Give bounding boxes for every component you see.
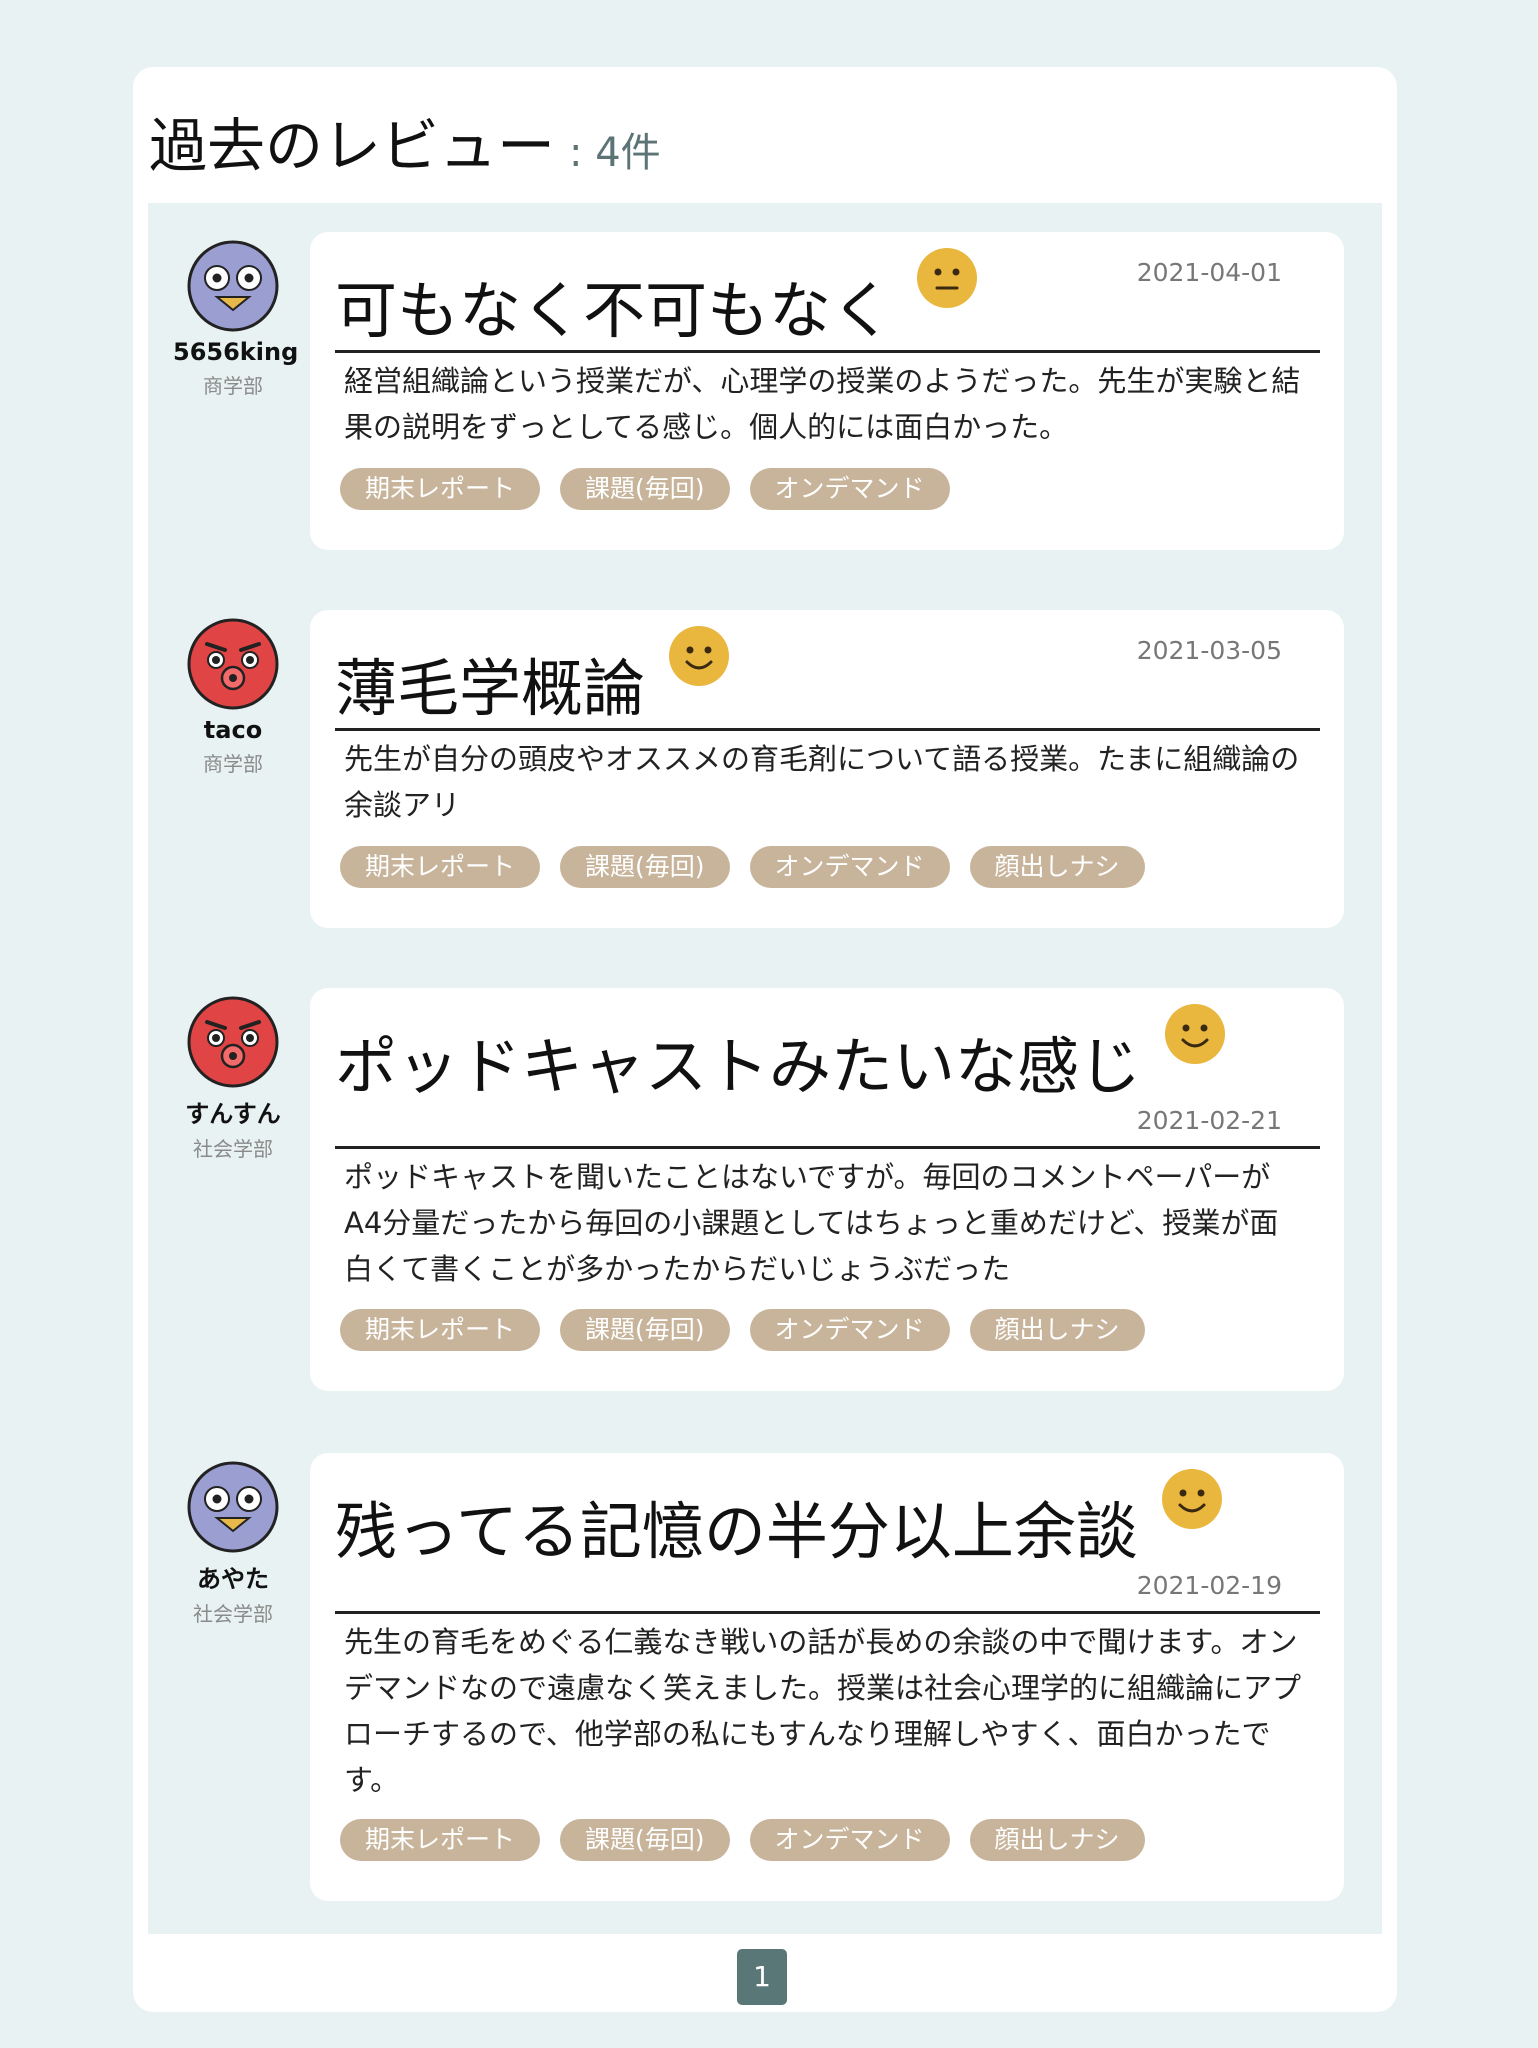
review-title: 残ってる記憶の半分以上余談 [335,1469,1222,1571]
review-item: 5656king 商学部 可もなく不可もなく 2021-04-01 経営組織論と… [148,232,1382,550]
tag-chip: 課題(毎回) [560,1309,730,1351]
review-author: 5656king 商学部 [173,240,299,399]
title-divider [335,1611,1320,1614]
tag-chip: 期末レポート [340,468,541,510]
review-comment: ポッドキャストを聞いたことはないですが。毎回のコメントペーパーがA4分量だったか… [344,1160,1279,1286]
review-title-text: 可もなく不可もなく [335,274,894,347]
tag-chip: 課題(毎回) [560,1819,730,1861]
author-name: あやた [197,1565,269,1593]
reviews-header: 過去のレビュー : 4件 [149,99,661,180]
review-item: taco 商学部 薄毛学概論 2021-03-05 先生が自分の頭皮やオススメの… [148,610,1382,928]
author-name: taco [203,716,263,744]
tag-chip: 顔出しナシ [969,1819,1145,1861]
author-faculty: 社会学部 [193,1137,273,1161]
review-date: 2021-04-01 [1136,258,1282,287]
tag-chip: 顔出しナシ [969,846,1145,888]
page-1-button[interactable]: 1 [737,1949,787,2005]
angry-octopus-icon [187,996,279,1088]
tag-chip: 期末レポート [340,1819,541,1861]
author-faculty: 商学部 [203,752,263,776]
review-title: 可もなく不可もなく [335,248,978,350]
review-title-text: 残ってる記憶の半分以上余談 [335,1495,1138,1568]
review-author: taco 商学部 [173,618,293,777]
tag-chip: オンデマンド [749,846,950,888]
tag-chip: オンデマンド [749,1819,950,1861]
author-name: 5656king [173,338,299,366]
author-faculty: 社会学部 [193,1602,273,1626]
review-author: あやた 社会学部 [173,1461,293,1627]
review-tags: 期末レポート 課題(毎回) オンデマンド [340,468,970,510]
review-date: 2021-03-05 [1136,636,1282,665]
title-divider [335,728,1320,731]
author-name: すんすん [185,1100,281,1128]
review-list: 5656king 商学部 可もなく不可もなく 2021-04-01 経営組織論と… [148,203,1382,1934]
tag-chip: オンデマンド [749,1309,950,1351]
smiling-face-icon [1161,1469,1222,1529]
review-card: ポッドキャストみたいな感じ 2021-02-21 ポッドキャストを聞いたことはな… [310,988,1344,1391]
angry-octopus-icon [187,618,279,710]
smiling-face-icon [669,626,730,686]
review-comment: 経営組織論という授業だが、心理学の授業のようだった。先生が実験と結果の説明をずっ… [344,364,1301,444]
tag-chip: 期末レポート [340,1309,541,1351]
review-title-text: 薄毛学概論 [335,652,646,725]
review-comment: 先生が自分の頭皮やオススメの育毛剤について語る授業。たまに組織論の余談アリ [344,742,1300,822]
review-author: すんすん 社会学部 [173,996,293,1162]
review-card: 可もなく不可もなく 2021-04-01 経営組織論という授業だが、心理学の授業… [310,232,1344,550]
review-date: 2021-02-21 [1136,1106,1282,1135]
penguin-icon [187,240,279,332]
author-faculty: 商学部 [203,374,263,398]
review-item: あやた 社会学部 残ってる記憶の半分以上余談 2021-02-19 先生の育毛を… [148,1453,1382,1901]
review-date: 2021-02-19 [1136,1571,1282,1600]
neutral-face-icon [917,248,978,308]
review-tags: 期末レポート 課題(毎回) オンデマンド 顔出しナシ [340,1819,1165,1861]
tag-chip: 課題(毎回) [560,846,730,888]
title-divider [335,1146,1320,1149]
tag-chip: 課題(毎回) [560,468,730,510]
review-title-text: ポッドキャストみたいな感じ [335,1030,1142,1103]
review-count: : 4件 [569,130,661,176]
smiling-face-icon [1165,1004,1226,1064]
review-card: 残ってる記憶の半分以上余談 2021-02-19 先生の育毛をめぐる仁義なき戦い… [310,1453,1344,1901]
review-title: 薄毛学概論 [335,626,730,728]
tag-chip: 顔出しナシ [969,1309,1145,1351]
review-item: すんすん 社会学部 ポッドキャストみたいな感じ 2021-02-21 ポッドキャ… [148,988,1382,1391]
review-tags: 期末レポート 課題(毎回) オンデマンド 顔出しナシ [340,846,1165,888]
review-title: ポッドキャストみたいな感じ [335,1004,1226,1106]
penguin-icon [187,1461,279,1553]
tag-chip: オンデマンド [749,468,950,510]
review-tags: 期末レポート 課題(毎回) オンデマンド 顔出しナシ [340,1309,1165,1351]
title-divider [335,350,1320,353]
reviews-panel: 過去のレビュー : 4件 5656king 商学部 可もなく不可もなく 2021-… [133,67,1397,2012]
page-title: 過去のレビュー [149,112,556,180]
review-comment: 先生の育毛をめぐる仁義なき戦いの話が長めの余談の中で聞けます。オンデマンドなので… [344,1625,1302,1797]
tag-chip: 期末レポート [340,846,541,888]
review-card: 薄毛学概論 2021-03-05 先生が自分の頭皮やオススメの育毛剤について語る… [310,610,1344,928]
